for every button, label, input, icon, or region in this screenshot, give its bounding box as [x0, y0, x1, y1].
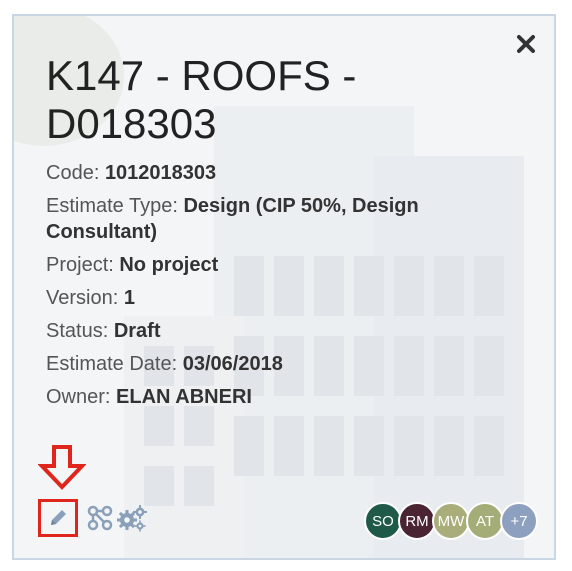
settings-button[interactable]: [116, 502, 148, 534]
detail-value: 03/06/2018: [182, 353, 283, 375]
pencil-icon: [51, 510, 66, 525]
detail-value: 1: [123, 287, 135, 309]
detail-value: Draft: [113, 320, 161, 342]
edit-button[interactable]: [38, 499, 78, 537]
detail-label: Estimate Type:: [46, 195, 184, 217]
detail-project: Project: No project: [46, 252, 476, 278]
avatar[interactable]: AT: [466, 502, 504, 540]
detail-value: ELAN ABNERI: [116, 386, 252, 408]
down-arrow-annotation-icon: [38, 445, 86, 490]
workflow-icon: [87, 505, 113, 531]
close-icon[interactable]: [514, 32, 538, 56]
avatar[interactable]: RM: [398, 502, 436, 540]
detail-label: Estimate Date:: [46, 353, 183, 375]
detail-label: Project:: [46, 254, 120, 276]
detail-status: Status: Draft: [46, 318, 476, 344]
assignee-avatars: SO RM MW AT +7: [364, 502, 538, 540]
detail-value: 1012018303: [104, 162, 217, 184]
avatar[interactable]: SO: [364, 502, 402, 540]
estimate-details: Code: 1012018303 Estimate Type: Design (…: [46, 160, 476, 417]
detail-label: Version:: [46, 287, 124, 309]
estimate-title: K147 - ROOFS - D018303: [46, 52, 357, 147]
detail-owner: Owner: ELAN ABNERI: [46, 384, 476, 410]
detail-code: Code: 1012018303: [46, 160, 476, 186]
detail-version: Version: 1: [46, 285, 476, 311]
detail-label: Code:: [46, 162, 105, 184]
detail-value: No project: [119, 254, 219, 276]
detail-estimate-type: Estimate Type: Design (CIP 50%, Design C…: [46, 193, 476, 245]
detail-label: Status:: [46, 320, 114, 342]
detail-label: Owner:: [46, 386, 117, 408]
workflow-button[interactable]: [84, 502, 116, 534]
avatar[interactable]: MW: [432, 502, 470, 540]
card-toolbar: [38, 496, 148, 540]
estimate-card: K147 - ROOFS - D018303 Code: 1012018303 …: [12, 14, 556, 560]
detail-estimate-date: Estimate Date: 03/06/2018: [46, 351, 476, 377]
gears-icon: [117, 505, 147, 532]
more-avatars-badge[interactable]: +7: [500, 502, 538, 540]
